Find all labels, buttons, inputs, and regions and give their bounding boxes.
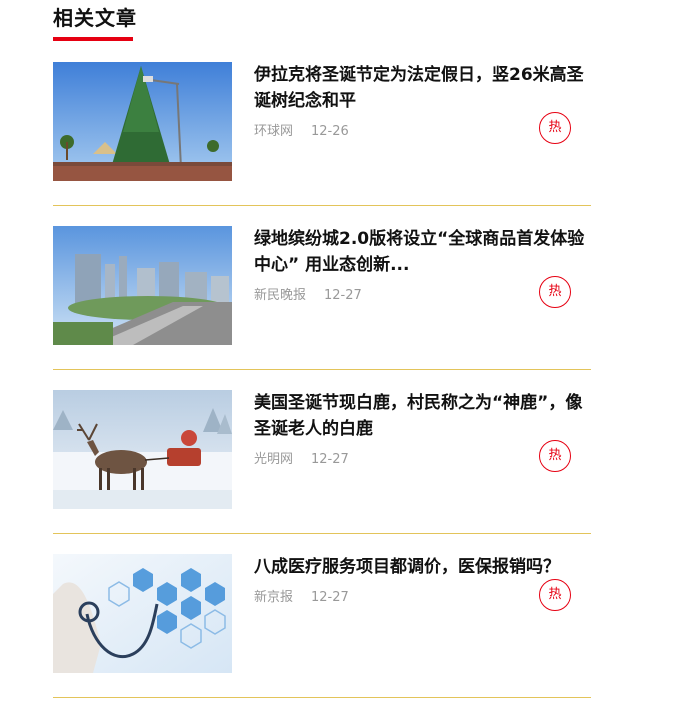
- article-source: 环球网: [254, 124, 294, 139]
- related-articles-page: 相关文章 伊拉克将圣诞节定为法定假日，竖26米高圣诞树纪念和平 环球网 12-2…: [0, 0, 682, 709]
- article-meta: 新民晚报 12-27: [254, 284, 362, 303]
- article-title[interactable]: 美国圣诞节现白鹿，村民称之为“神鹿”，像圣诞老人的白鹿: [254, 390, 594, 442]
- article-meta: 光明网 12-27: [254, 448, 349, 467]
- article-thumbnail-city-complex[interactable]: [53, 226, 232, 345]
- hot-badge: 热: [539, 276, 571, 308]
- article-source: 光明网: [254, 452, 294, 467]
- article-thumbnail-reindeer-sleigh[interactable]: [53, 390, 232, 509]
- article-title[interactable]: 绿地缤纷城2.0版将设立“全球商品首发体验中心” 用业态创新...: [254, 226, 594, 278]
- article-meta: 环球网 12-26: [254, 120, 349, 139]
- hot-badge: 热: [539, 440, 571, 472]
- article-date: 12-27: [311, 590, 349, 605]
- article-source: 新京报: [254, 590, 294, 605]
- article-item[interactable]: 八成医疗服务项目都调价，医保报销吗？ 新京报 12-27 热: [53, 554, 591, 698]
- article-thumbnail-christmas-tree[interactable]: [53, 62, 232, 181]
- article-item[interactable]: 美国圣诞节现白鹿，村民称之为“神鹿”，像圣诞老人的白鹿 光明网 12-27 热: [53, 390, 591, 534]
- hot-badge: 热: [539, 112, 571, 144]
- article-meta: 新京报 12-27: [254, 586, 349, 605]
- article-title[interactable]: 八成医疗服务项目都调价，医保报销吗？: [254, 554, 594, 580]
- article-item[interactable]: 绿地缤纷城2.0版将设立“全球商品首发体验中心” 用业态创新... 新民晚报 12…: [53, 226, 591, 370]
- hot-badge: 热: [539, 579, 571, 611]
- article-thumbnail-medical-icons[interactable]: [53, 554, 232, 673]
- article-title[interactable]: 伊拉克将圣诞节定为法定假日，竖26米高圣诞树纪念和平: [254, 62, 594, 114]
- section-title: 相关文章: [53, 6, 137, 30]
- article-source: 新民晚报: [254, 288, 307, 303]
- title-underline: [53, 37, 133, 41]
- article-date: 12-27: [311, 452, 349, 467]
- article-item[interactable]: 伊拉克将圣诞节定为法定假日，竖26米高圣诞树纪念和平 环球网 12-26 热: [53, 62, 591, 206]
- article-date: 12-26: [311, 124, 349, 139]
- article-date: 12-27: [324, 288, 362, 303]
